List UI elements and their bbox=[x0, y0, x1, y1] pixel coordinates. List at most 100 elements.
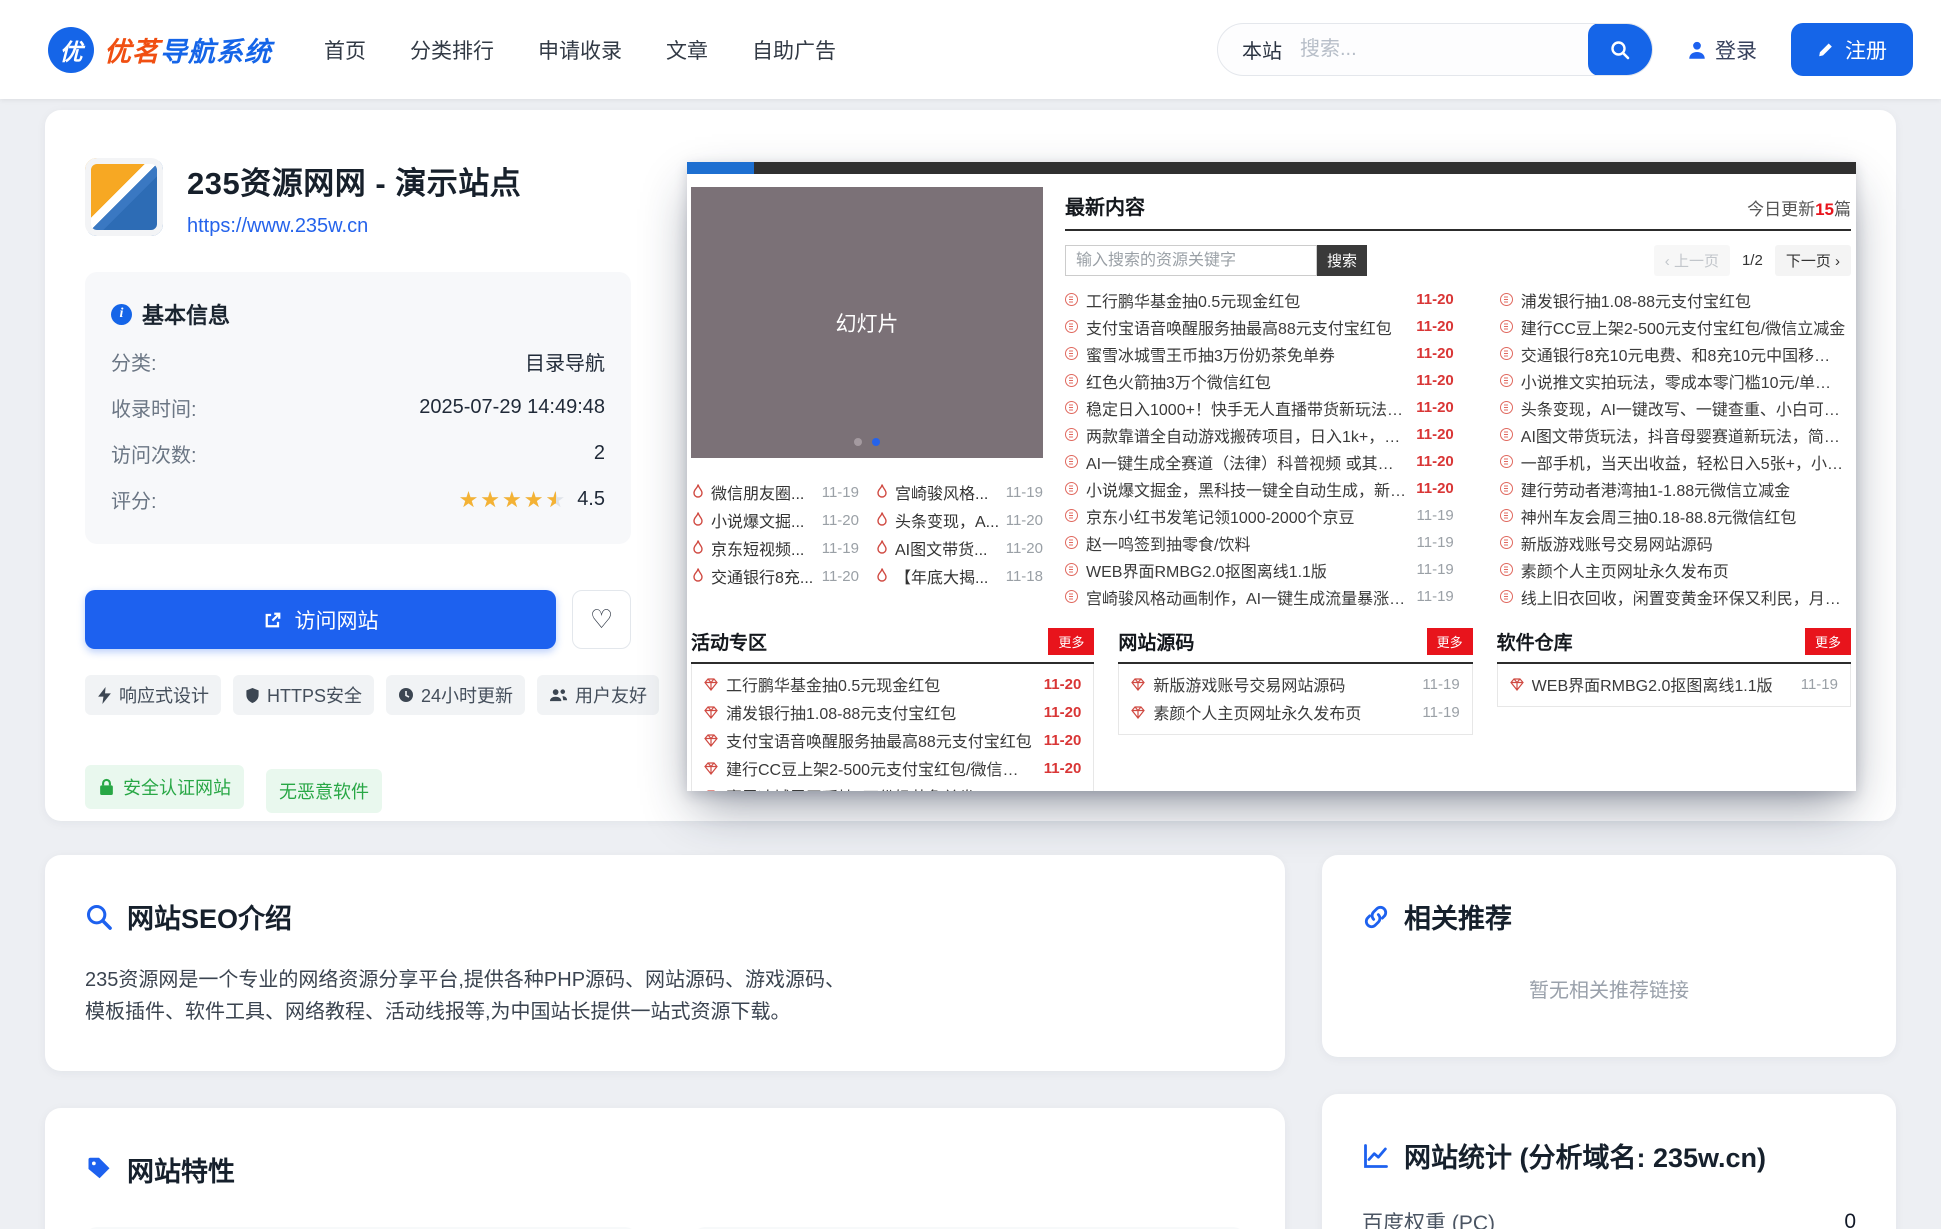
latest-item[interactable]: 交通银行8充10元电费、和8充10元中国移动话费 11-20 bbox=[1500, 340, 1856, 367]
flame-icon bbox=[691, 568, 705, 584]
prev-page-button[interactable]: ‹ 上一页 bbox=[1654, 245, 1730, 276]
latest-item[interactable]: 神州车友会周三抽0.18-88.8元微信红包 11-19 bbox=[1500, 502, 1856, 529]
activity-item[interactable]: 建行CC豆上架2-500元支付宝红包/微信立减金 11-20 bbox=[704, 754, 1081, 782]
latest-item[interactable]: 一部手机，当天出收益，轻松日入5张+，小白... 11-20 bbox=[1500, 448, 1856, 475]
login-link[interactable]: 登录 bbox=[1687, 35, 1757, 65]
resource-icon bbox=[1500, 509, 1513, 522]
more-button[interactable]: 更多 bbox=[1427, 628, 1473, 655]
preview-progress-segment bbox=[687, 162, 754, 174]
hot-list-item[interactable]: AI图文带货... 11-20 bbox=[875, 534, 1043, 562]
brand-logo[interactable]: 优 优茗导航系统 bbox=[48, 27, 272, 73]
heart-icon: ♡ bbox=[590, 604, 613, 635]
website-screenshot-preview[interactable]: 幻灯片 微信朋友圈... 11-19 宫崎骏风格... 11- bbox=[687, 162, 1856, 791]
latest-item[interactable]: 素颜个人主页网址永久发布页 11-19 bbox=[1500, 556, 1856, 583]
latest-item[interactable]: 小说爆文掘金，黑科技一键全自动生成，新手... 11-20 bbox=[1065, 475, 1454, 502]
latest-item[interactable]: 红色火箭抽3万个微信红包 11-20 bbox=[1065, 367, 1454, 394]
resource-search-input[interactable] bbox=[1065, 245, 1317, 276]
flame-icon bbox=[875, 540, 889, 556]
activity-item[interactable]: 支付宝语音唤醒服务抽最高88元支付宝红包 11-20 bbox=[704, 726, 1081, 754]
gem-icon bbox=[704, 678, 718, 691]
hot-list-item[interactable]: 小说爆文掘... 11-20 bbox=[691, 506, 859, 534]
slide-dot[interactable] bbox=[854, 438, 862, 446]
gem-icon bbox=[1131, 678, 1145, 691]
latest-item[interactable]: 工行鹏华基金抽0.5元现金红包 11-20 bbox=[1065, 286, 1454, 313]
hot-list-item[interactable]: 京东短视频... 11-19 bbox=[691, 534, 859, 562]
latest-column-right: 浦发银行抽1.08-88元支付宝红包 11-20 建行CC豆上架2-500元支付… bbox=[1500, 286, 1856, 610]
search-input[interactable] bbox=[1300, 38, 1588, 61]
hot-list-item[interactable]: 交通银行8充... 11-20 bbox=[691, 562, 859, 590]
search-scope-select[interactable]: 本站 bbox=[1242, 35, 1282, 64]
latest-item[interactable]: 稳定日入1000+！快手无人直播带货新玩法，... 11-20 bbox=[1065, 394, 1454, 421]
latest-item[interactable]: 京东小红书发笔记领1000-2000个京豆 11-19 bbox=[1065, 502, 1454, 529]
latest-item[interactable]: 两款靠谱全自动游戏搬砖项目，日入1k+，稳... 11-20 bbox=[1065, 421, 1454, 448]
source-item[interactable]: 素颜个人主页网址永久发布页 11-19 bbox=[1131, 698, 1459, 726]
latest-item[interactable]: 宫崎骏风格动画制作，AI一键生成流量暴涨，... 11-19 bbox=[1065, 583, 1454, 610]
chart-icon bbox=[1362, 1142, 1390, 1170]
external-link-icon bbox=[263, 610, 283, 630]
latest-item[interactable]: 浦发银行抽1.08-88元支付宝红包 11-20 bbox=[1500, 286, 1856, 313]
tag-icon bbox=[85, 1155, 113, 1183]
activity-item[interactable]: 工行鹏华基金抽0.5元现金红包 11-20 bbox=[704, 670, 1081, 698]
tag-https: HTTPS安全 bbox=[233, 675, 374, 715]
nav-link[interactable]: 申请收录 bbox=[538, 35, 622, 65]
activity-item[interactable]: 蜜雪冰城雪王币抽3万份奶茶免单券 11-20 bbox=[704, 782, 1081, 791]
site-header: 235资源网网 - 演示站点 https://www.235w.cn bbox=[85, 158, 631, 238]
latest-item[interactable]: WEB界面RMBG2.0抠图离线1.1版 11-19 bbox=[1065, 556, 1454, 583]
favorite-button[interactable]: ♡ bbox=[572, 590, 631, 649]
hot-list-item[interactable]: 宫崎骏风格... 11-19 bbox=[875, 478, 1043, 506]
latest-item[interactable]: 线上旧衣回收，闲置变黄金环保又利民，月入1... 11-19 bbox=[1500, 583, 1856, 610]
nav-link[interactable]: 首页 bbox=[324, 35, 366, 65]
site-search: 本站 bbox=[1217, 23, 1653, 76]
software-item[interactable]: WEB界面RMBG2.0抠图离线1.1版 11-19 bbox=[1510, 670, 1838, 698]
latest-item[interactable]: 建行劳动者港湾抽1-1.88元微信立减金 11-19 bbox=[1500, 475, 1856, 502]
related-empty-text: 暂无相关推荐链接 bbox=[1362, 936, 1856, 1015]
activity-item[interactable]: 浦发银行抽1.08-88元支付宝红包 11-20 bbox=[704, 698, 1081, 726]
slide-dot-active[interactable] bbox=[872, 438, 880, 446]
latest-item[interactable]: AI一键生成全赛道（法律）科普视频 或其他赛... 11-20 bbox=[1065, 448, 1454, 475]
gem-icon bbox=[704, 762, 718, 775]
latest-item[interactable]: 蜜雪冰城雪王币抽3万份奶茶免单券 11-20 bbox=[1065, 340, 1454, 367]
gem-icon bbox=[704, 706, 718, 719]
latest-item[interactable]: 头条变现，AI一键改写、一键查重、小白可做... 11-20 bbox=[1500, 394, 1856, 421]
panel-source-code: 网站源码 更多 新版游戏账号交易网站源码 11-19 素颜个人主页网址 bbox=[1118, 628, 1472, 791]
visit-site-button[interactable]: 访问网站 bbox=[85, 590, 556, 649]
logo-icon: 优 bbox=[48, 27, 94, 73]
latest-item[interactable]: 支付宝语音唤醒服务抽最高88元支付宝红包 11-20 bbox=[1065, 313, 1454, 340]
feature-tags: 响应式设计 HTTPS安全 24小时更新 用户友好 bbox=[85, 675, 631, 715]
seo-card: 网站SEO介绍 235资源网是一个专业的网络资源分享平台,提供各种PHP源码、网… bbox=[45, 855, 1285, 1071]
hot-list-item[interactable]: 【年底大揭... 11-18 bbox=[875, 562, 1043, 590]
nav-link[interactable]: 自助广告 bbox=[752, 35, 836, 65]
register-button[interactable]: 注册 bbox=[1791, 23, 1913, 76]
source-item[interactable]: 新版游戏账号交易网站源码 11-19 bbox=[1131, 670, 1459, 698]
seo-description: 235资源网是一个专业的网络资源分享平台,提供各种PHP源码、网站源码、游戏源码… bbox=[85, 964, 853, 1029]
pencil-icon bbox=[1817, 41, 1835, 59]
latest-item[interactable]: 建行CC豆上架2-500元支付宝红包/微信立减金 11-20 bbox=[1500, 313, 1856, 340]
more-button[interactable]: 更多 bbox=[1805, 628, 1851, 655]
navbar-right: 本站 登录 注册 bbox=[1217, 23, 1913, 76]
site-url-link[interactable]: https://www.235w.cn bbox=[187, 215, 368, 238]
nav-link[interactable]: 分类排行 bbox=[410, 35, 494, 65]
latest-item[interactable]: AI图文带货玩法，抖音母婴赛道新玩法，简单... 11-20 bbox=[1500, 421, 1856, 448]
rating-stars[interactable]: ★★★★★★★★★★ bbox=[459, 489, 568, 511]
link-icon bbox=[1362, 903, 1390, 931]
panel-activity: 活动专区 更多 工行鹏华基金抽0.5元现金红包 11-20 浦发银行抽 bbox=[691, 628, 1094, 791]
hot-list-item[interactable]: 微信朋友圈... 11-19 bbox=[691, 478, 859, 506]
resource-icon bbox=[1065, 401, 1078, 414]
top-navbar: 优 优茗导航系统 首页 分类排行 申请收录 文章 自助广告 本站 登录 注册 bbox=[0, 0, 1941, 99]
latest-item[interactable]: 小说推文实拍玩法，零成本零门槛10元/单，轻... 11-20 bbox=[1500, 367, 1856, 394]
latest-item[interactable]: 新版游戏账号交易网站源码 11-19 bbox=[1500, 529, 1856, 556]
latest-item[interactable]: 赵一鸣签到抽零食/饮料 11-19 bbox=[1065, 529, 1454, 556]
resource-search-button[interactable]: 搜索 bbox=[1317, 245, 1367, 276]
clock-icon bbox=[398, 687, 414, 703]
nav-link[interactable]: 文章 bbox=[666, 35, 708, 65]
hot-list-item[interactable]: 头条变现，A... 11-20 bbox=[875, 506, 1043, 534]
security-badges: 安全认证网站 无恶意软件 bbox=[85, 761, 631, 813]
more-button[interactable]: 更多 bbox=[1048, 628, 1094, 655]
resource-icon bbox=[1065, 509, 1078, 522]
resource-icon bbox=[1065, 590, 1078, 603]
search-button[interactable] bbox=[1588, 23, 1652, 76]
info-row-visits: 访问次数: 2 bbox=[111, 439, 605, 468]
next-page-button[interactable]: 下一页 › bbox=[1775, 245, 1851, 276]
resource-icon bbox=[1065, 482, 1078, 495]
pagination: ‹ 上一页 1/2 下一页 › bbox=[1654, 245, 1851, 276]
